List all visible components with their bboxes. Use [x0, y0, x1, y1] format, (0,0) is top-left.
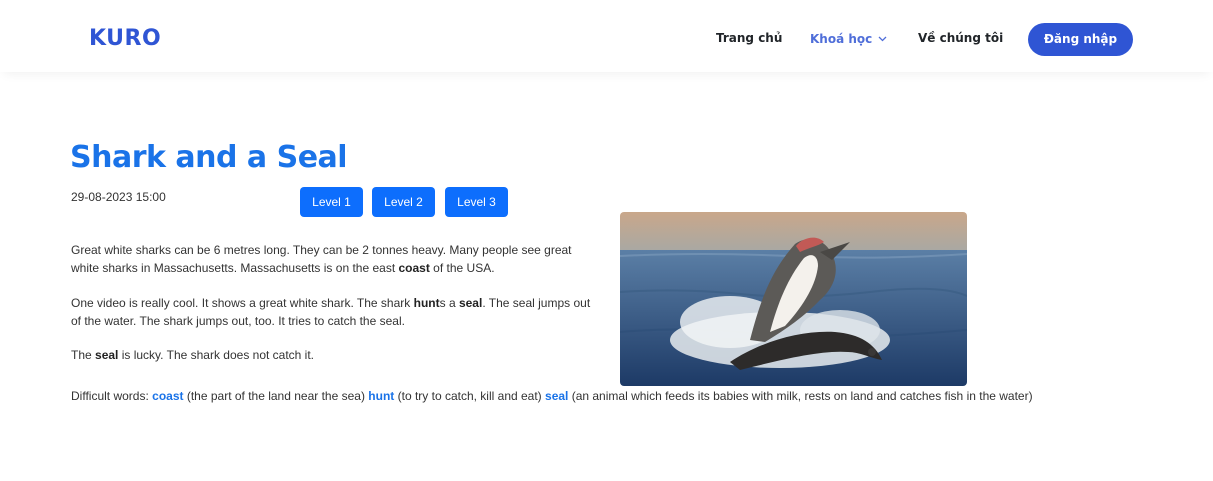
nav-about[interactable]: Về chúng tôi: [918, 31, 1003, 45]
paragraph-2: One video is really cool. It shows a gre…: [71, 294, 591, 330]
difficult-words: Difficult words: coast (the part of the …: [71, 389, 1191, 403]
keyword-hunt: hunt: [413, 296, 440, 310]
nav-courses[interactable]: Khoá học: [810, 31, 887, 46]
paragraph-1: Great white sharks can be 6 metres long.…: [71, 241, 591, 277]
text: of the USA.: [429, 261, 495, 275]
text: One video is really cool. It shows a gre…: [71, 296, 414, 310]
text: The: [71, 348, 96, 362]
glossary-seal-link[interactable]: seal: [545, 389, 568, 403]
paragraph-3: The seal is lucky. The shark does not ca…: [71, 346, 591, 364]
glossary-definition: (an animal which feeds its babies with m…: [568, 389, 1033, 403]
glossary-coast-link[interactable]: coast: [152, 389, 183, 403]
chevron-down-icon: [878, 31, 887, 45]
text: Great white sharks can be 6 metres long.…: [71, 243, 572, 275]
glossary-hunt-link[interactable]: hunt: [368, 389, 394, 403]
keyword-seal: seal: [95, 348, 119, 362]
nav-courses-label: Khoá học: [810, 32, 873, 46]
level-3-button[interactable]: Level 3: [445, 187, 508, 217]
keyword-coast: coast: [398, 261, 430, 275]
level-1-button[interactable]: Level 1: [300, 187, 363, 217]
glossary-definition: (the part of the land near the sea): [183, 389, 369, 403]
site-header: KURO Trang chủ Khoá học Về chúng tôi Đăn…: [0, 0, 1213, 72]
main-nav: Trang chủ Khoá học Về chúng tôi Đăng nhậ…: [0, 0, 1213, 72]
difficult-words-label: Difficult words:: [71, 389, 153, 403]
article-title: Shark and a Seal: [70, 140, 348, 175]
glossary-definition: (to try to catch, kill and eat): [394, 389, 546, 403]
text: is lucky. The shark does not catch it.: [118, 348, 315, 362]
shark-seal-photo: [620, 212, 967, 386]
login-button[interactable]: Đăng nhập: [1028, 23, 1133, 56]
text: s a: [439, 296, 459, 310]
article-date: 29-08-2023 15:00: [71, 190, 166, 204]
nav-home[interactable]: Trang chủ: [716, 31, 782, 45]
level-2-button[interactable]: Level 2: [372, 187, 435, 217]
keyword-seal: seal: [458, 296, 483, 310]
